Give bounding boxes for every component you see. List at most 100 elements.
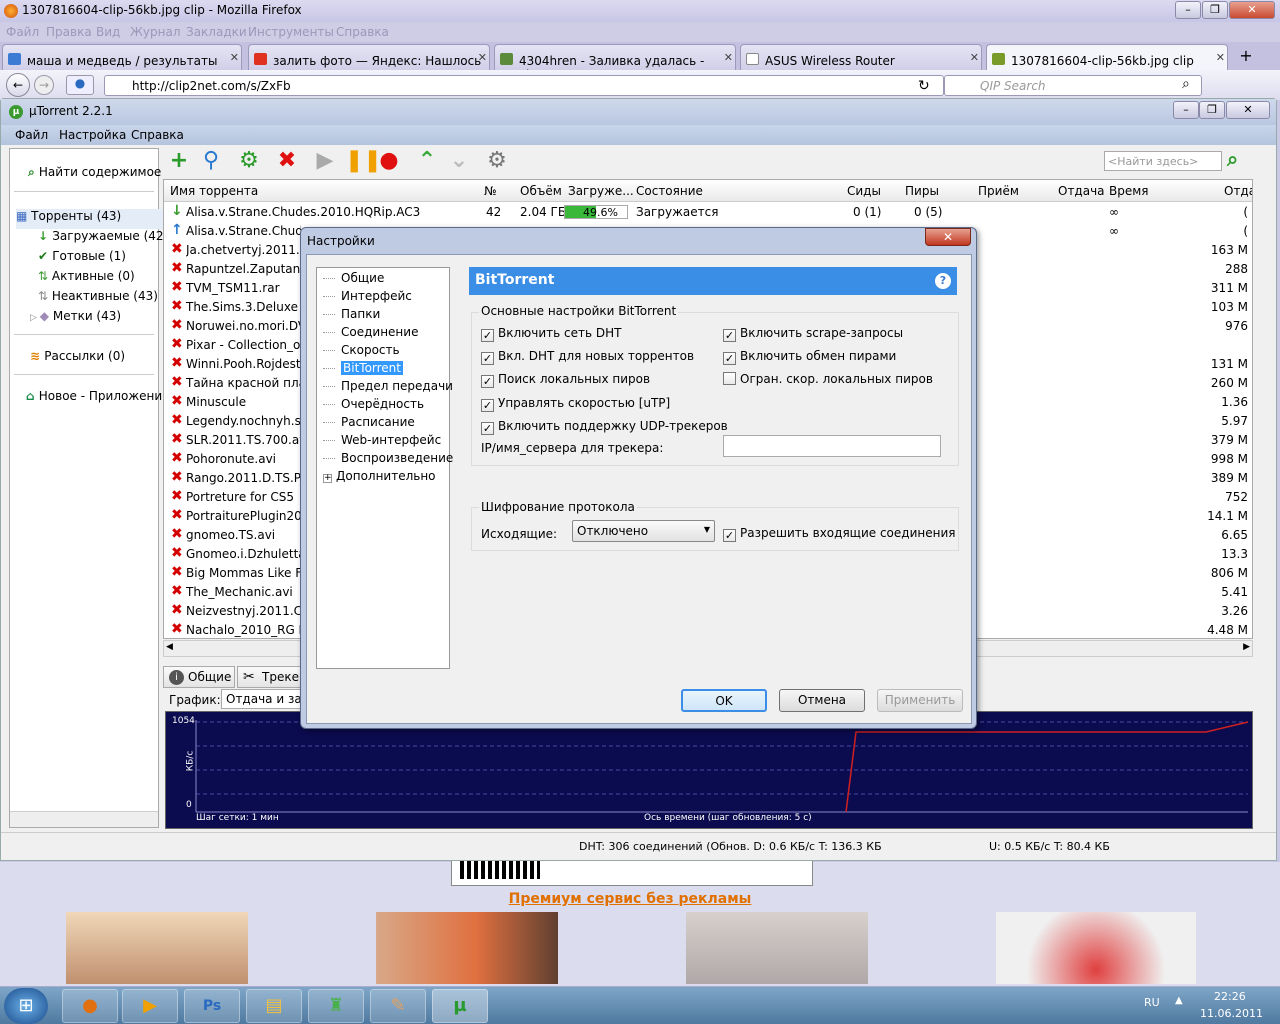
col-size[interactable]: Объём (520, 184, 562, 198)
settings-tree-item[interactable]: Соединение (323, 325, 418, 339)
sidebar-item-apps[interactable]: ⌂ Новое - Приложения (26, 389, 174, 409)
bittorrent-option-checkbox[interactable]: ✓ Поиск локальных пиров (481, 372, 650, 388)
tab-close-icon[interactable]: ✕ (970, 51, 979, 64)
browser-tab[interactable]: 4304hren - Заливка удалась - Pictur...✕ (494, 44, 736, 82)
tab-general[interactable]: i Общие (163, 666, 235, 688)
settings-tree-item[interactable]: Папки (323, 307, 380, 321)
col-seeds[interactable]: Сиды (847, 184, 881, 198)
col-peers[interactable]: Пиры (905, 184, 939, 198)
firefox-menu-item[interactable]: Файл (6, 25, 39, 39)
settings-tree-item[interactable]: Очерёдность (323, 397, 424, 411)
menu-file[interactable]: Файл (15, 128, 48, 142)
sidebar-item-rss[interactable]: ≋ Рассылки (0) (30, 349, 178, 369)
bittorrent-option-checkbox[interactable]: ✓ Включить сеть DHT (481, 326, 621, 342)
stop-icon[interactable]: ● (377, 149, 401, 173)
table-row[interactable]: ↓ Alisa.v.Strane.Chudes.2010.HQRip.AC3 4… (164, 203, 1252, 222)
maximize-button[interactable]: ❐ (1202, 1, 1228, 19)
col-down-speed[interactable]: Приём (978, 184, 1019, 198)
create-torrent-icon[interactable]: ⚙ (237, 149, 261, 173)
tracker-ip-input[interactable] (723, 435, 941, 457)
graph-select[interactable]: Отдача и загр (221, 689, 301, 709)
browser-tab-active[interactable]: 1307816604-clip-56kb.jpg clip ✕ (986, 44, 1228, 70)
taskbar-photoshop-icon[interactable]: Ps (184, 989, 240, 1023)
browser-tab[interactable]: залить фото — Яндекс: Нашлось 8 ...✕ (248, 44, 490, 82)
move-up-icon[interactable]: ⌃ (415, 149, 439, 173)
settings-tree-item[interactable]: Расписание (323, 415, 415, 429)
dialog-close-button[interactable]: ✕ (925, 228, 971, 246)
settings-tree-item[interactable]: Воспроизведение (323, 451, 453, 465)
bittorrent-option-checkbox[interactable]: ✓ Управлять скоростью [uTP] (481, 396, 670, 412)
thumbnail-document[interactable] (686, 912, 868, 984)
taskbar-utorrent-icon[interactable]: µ (432, 989, 488, 1023)
settings-tree-item[interactable]: Общие (323, 271, 384, 285)
sidebar-item-labels[interactable]: ▷ ◆ Метки (43) (30, 309, 178, 329)
tray-expand-icon[interactable]: ▲ (1175, 995, 1183, 1006)
tab-trackers[interactable]: ✂ Треке (237, 666, 301, 688)
firefox-menu-item[interactable]: Инструменты (248, 25, 334, 39)
close-button[interactable]: ✕ (1229, 1, 1275, 19)
settings-tree-item[interactable]: BitTorrent (323, 361, 403, 375)
thumbnail-tv[interactable] (376, 912, 558, 984)
col-up-speed[interactable]: Отдача (1058, 184, 1105, 198)
bittorrent-option-checkbox[interactable]: ✓ Включить поддержку UDP-трекеров (481, 419, 728, 435)
forward-button[interactable]: → (34, 75, 54, 95)
expand-plus-icon[interactable]: + (323, 474, 332, 483)
home-button[interactable]: ● (66, 75, 94, 95)
taskbar-media-player-icon[interactable]: ▶ (122, 989, 178, 1023)
sidebar-scrollbar[interactable] (10, 811, 158, 827)
col-progress[interactable]: Загруже... (568, 184, 634, 198)
ok-button[interactable]: OK (681, 689, 767, 712)
tab-close-icon[interactable]: ✕ (230, 51, 239, 64)
cancel-button[interactable]: Отмена (779, 689, 865, 712)
help-icon[interactable]: ? (935, 273, 951, 289)
back-button[interactable]: ← (6, 73, 30, 97)
browser-tab[interactable]: ASUS Wireless Router ✕ (740, 44, 982, 70)
col-eta[interactable]: Время (1109, 184, 1149, 198)
settings-tree-item[interactable]: Web-интерфейс (323, 433, 441, 447)
preferences-gear-icon[interactable]: ⚙ (485, 149, 509, 173)
apply-button[interactable]: Применить (877, 689, 963, 712)
add-url-icon[interactable]: ⚲ (199, 149, 223, 173)
language-indicator[interactable]: RU (1144, 996, 1160, 1009)
start-button[interactable]: ⊞ (4, 988, 48, 1024)
taskbar-firefox-icon[interactable]: ● (62, 989, 118, 1023)
bittorrent-option-checkbox[interactable]: ✓ Включить обмен пирами (723, 349, 896, 365)
browser-tab[interactable]: маша и медведь / результаты поис...✕ (2, 44, 242, 82)
bittorrent-option-checkbox[interactable]: ✓ Включить scrape-запросы (723, 326, 903, 342)
start-icon[interactable]: ▶ (313, 149, 337, 173)
scroll-right-icon[interactable]: ▶ (1243, 642, 1250, 652)
firefox-menu-item[interactable]: Вид (96, 25, 120, 39)
new-tab-button[interactable]: + (1234, 46, 1258, 68)
search-go-icon[interactable]: ⌕ (1227, 147, 1238, 171)
pause-icon[interactable]: ❚❚ (345, 149, 382, 173)
scroll-left-icon[interactable]: ◀ (166, 642, 173, 652)
allow-incoming-checkbox[interactable]: ✓ Разрешить входящие соединения (723, 526, 955, 542)
search-input[interactable]: QIP Search (944, 75, 1202, 96)
remove-icon[interactable]: ✖ (275, 149, 299, 173)
col-name[interactable]: Имя торрента (170, 184, 258, 198)
taskbar-explorer-icon[interactable]: ▤ (246, 989, 302, 1023)
taskbar-paint-icon[interactable]: ✎ (370, 989, 426, 1023)
outgoing-select[interactable]: Отключено ▼ (572, 520, 715, 542)
ut-minimize-button[interactable]: – (1173, 101, 1199, 119)
menu-settings[interactable]: Настройка (59, 128, 126, 142)
firefox-menu-item[interactable]: Справка (336, 25, 389, 39)
sidebar-item-torrents[interactable]: ▦ Торренты (43) (16, 209, 164, 229)
thumbnail-dessert[interactable] (996, 912, 1196, 984)
firefox-menu-item[interactable]: Закладки (186, 25, 247, 39)
torrent-search-input[interactable]: <Найти здесь> (1104, 151, 1222, 171)
tab-close-icon[interactable]: ✕ (724, 51, 733, 64)
minimize-button[interactable]: – (1175, 1, 1201, 19)
tab-close-icon[interactable]: ✕ (1216, 51, 1225, 64)
col-status[interactable]: Состояние (636, 184, 703, 198)
settings-tree-item[interactable]: + Дополнительно (323, 469, 436, 483)
thumbnail-face[interactable] (66, 912, 248, 984)
find-content-item[interactable]: ⌕ Найти содержимое (28, 165, 176, 185)
firefox-menu-item[interactable]: Журнал (130, 25, 181, 39)
col-number[interactable]: № (484, 184, 496, 198)
col-uploaded[interactable]: Отда (1224, 184, 1252, 198)
settings-tree-item[interactable]: Интерфейс (323, 289, 412, 303)
move-down-icon[interactable]: ⌄ (447, 149, 471, 173)
bittorrent-option-checkbox[interactable]: Огран. скор. локальных пиров (723, 372, 933, 386)
firefox-menu-item[interactable]: Правка (46, 25, 92, 39)
